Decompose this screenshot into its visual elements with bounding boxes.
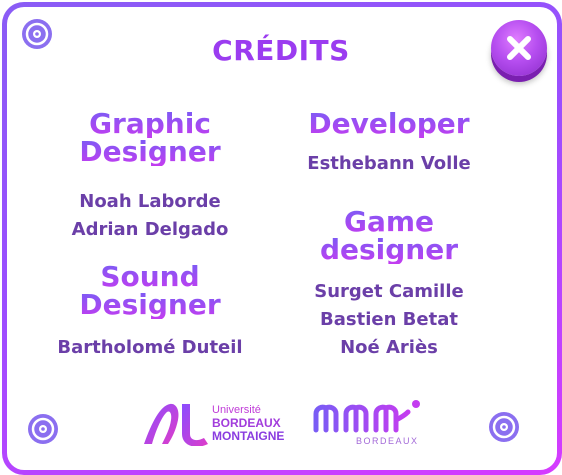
logo-text: Université (212, 404, 261, 416)
section-heading: Graphic (50, 110, 250, 138)
disc-icon (489, 412, 519, 442)
credit-name: Bastien Betat (320, 309, 458, 330)
section-heading: Developer (279, 110, 499, 138)
logo-text: BORDEAUX (212, 416, 281, 430)
university-bordeaux-montaigne-logo: Université BORDEAUX MONTAIGNE (144, 403, 284, 446)
section-heading: Designer (50, 138, 250, 166)
section-heading: Sound (50, 263, 250, 291)
section-game-designer: Game designer Surget Camille Bastien Bet… (279, 208, 499, 362)
credit-name: Esthebann Volle (307, 153, 471, 174)
section-graphic-designer: Graphic Designer Noah Laborde Adrian Del… (50, 110, 250, 244)
close-x-icon (507, 36, 531, 60)
logo-subtitle: BORDEAUX (356, 436, 419, 446)
close-button[interactable] (491, 20, 547, 76)
credit-name: Noé Ariès (340, 337, 438, 358)
credit-name: Surget Camille (314, 281, 464, 302)
section-heading: designer (279, 236, 499, 264)
disc-icon (22, 19, 52, 49)
section-heading: Designer (50, 291, 250, 319)
section-developer: Developer Esthebann Volle (279, 110, 499, 178)
section-heading: Game (279, 208, 499, 236)
credit-name: Noah Laborde (79, 191, 221, 212)
disc-icon (28, 414, 58, 444)
credit-name: Bartholomé Duteil (57, 337, 243, 358)
page-title: CRÉDITS (212, 34, 350, 67)
section-sound-designer: Sound Designer Bartholomé Duteil (50, 263, 250, 362)
credit-name: Adrian Delgado (71, 219, 229, 240)
logo-text: MONTAIGNE (212, 429, 284, 443)
mm-bordeaux-logo: BORDEAUX (313, 400, 420, 446)
